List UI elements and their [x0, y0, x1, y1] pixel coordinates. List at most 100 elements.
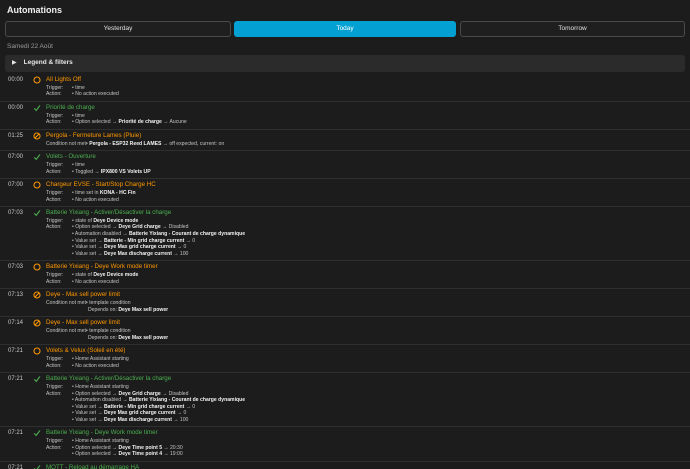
entry-title[interactable]: Pergola - Fermeture Lames (Pluie) [46, 132, 690, 140]
action-entity: Priorité de charge [118, 119, 162, 126]
trigger-text: • time set in [72, 189, 100, 196]
action-line: • Value set → Deye Max discharge current… [46, 417, 690, 424]
condition-key: Condition not met: [46, 140, 88, 147]
action-entity: Batterie - Min grid charge current [103, 403, 185, 410]
condition-value: • template condition [86, 328, 131, 335]
entry-title[interactable]: Volets & Velux (Soleil en été) [46, 347, 690, 355]
trigger-text: • Home Assistant starting [72, 355, 129, 362]
action-value: • Toggled → IPX800 VS Volets UP [72, 169, 151, 176]
trigger-value: • Home Assistant starting [72, 438, 129, 445]
action-key: Action: [46, 168, 62, 175]
log-entry[interactable]: 07:13 Deye - Max sell power limit Conditio… [0, 289, 690, 318]
log-entry[interactable]: 07:00 Volets - Ouverture Trigger: • time Act… [0, 151, 690, 180]
action-row: Action: • No action executed [46, 279, 690, 286]
action-entity: Batterie Yixiang - Courant de charge dyn… [129, 231, 246, 238]
action-entity: Deye Max discharge current [103, 250, 172, 257]
action-result: → 0 [175, 244, 187, 251]
action-text: • Option selected → [72, 119, 119, 126]
entry-title[interactable]: Batterie Yixiang - Deye Work mode timer [46, 263, 690, 271]
trigger-text: • Home Assistant starting [72, 383, 129, 390]
trigger-value: • state of Deye Device mode [72, 218, 138, 225]
entry-title[interactable]: Priorité de charge [46, 104, 690, 112]
action-result: → 20:30 [162, 444, 183, 451]
action-entity: Batterie Yixiang - Courant de charge dyn… [129, 397, 246, 404]
action-text: • No action executed [72, 196, 119, 203]
tab-tomorrow[interactable]: Tomorrow [460, 21, 685, 37]
pending-circle-icon [33, 263, 41, 271]
caret-right-icon: ▶ [12, 59, 17, 66]
log-entry[interactable]: 07:14 Deye - Max sell power limit Conditio… [0, 317, 690, 346]
action-text: • Value set → [72, 237, 104, 244]
action-line: • Value set → Deye Max grid charge curre… [46, 244, 690, 251]
trigger-row: Trigger: • time [46, 85, 690, 92]
log-entry[interactable]: 00:00 Priorité de charge Trigger: • time Act… [0, 102, 690, 130]
log-entry[interactable]: 01:25 Pergola - Fermeture Lames (Pluie) Co… [0, 130, 690, 152]
entry-title[interactable]: All Lights Off [46, 76, 690, 84]
trigger-entity: KONA - HC Fin [99, 189, 136, 196]
action-entity: Batterie - Min grid charge current [103, 237, 185, 244]
trigger-key: Trigger: [46, 84, 64, 91]
action-entity: Deye Time point 4 [118, 451, 163, 458]
trigger-row: Trigger: • state of Deye Device mode [46, 218, 690, 225]
action-line: • Automation disabled → Batterie Yixiang… [46, 397, 690, 404]
automation-log-list: 00:00 All Lights Off Trigger: • time Action:… [0, 74, 690, 469]
entry-title[interactable]: Chargeur EVSE - Start/Stop Charge HC [46, 181, 690, 189]
action-text: • Value set → [72, 416, 104, 423]
condition-result: → off expected, current: on [161, 140, 225, 147]
action-row: Action: • Toggled → IPX800 VS Volets UP [46, 169, 690, 176]
log-entry[interactable]: 00:00 All Lights Off Trigger: • time Action:… [0, 74, 690, 102]
entry-title[interactable]: Batterie Yixiang - Deye Work mode timer [46, 429, 690, 437]
action-key: Action: [46, 91, 62, 98]
condition-key: Condition not met: [46, 328, 88, 335]
pending-circle-icon [33, 181, 41, 189]
entry-time: 00:00 [8, 104, 24, 111]
entry-title[interactable]: Volets - Ouverture [46, 153, 690, 161]
entry-time: 00:00 [8, 77, 24, 83]
action-result: → 0 [184, 237, 196, 244]
trigger-value: • time [72, 85, 85, 92]
pending-circle-icon [33, 76, 41, 84]
entry-time: 07:00 [8, 154, 24, 161]
action-row: Action: • No action executed [46, 197, 690, 204]
action-text: • No action executed [72, 91, 119, 98]
tab-today[interactable]: Today [234, 21, 456, 37]
trigger-value: • state of Deye Device mode [72, 272, 138, 279]
log-entry[interactable]: 07:03 Batterie Yixiang - Deye Work mode t… [0, 261, 690, 290]
action-line: • Value set → Deye Max discharge current… [46, 251, 690, 258]
action-result: → Disabled [160, 224, 189, 231]
action-entity: Deye Grid charge [118, 224, 161, 231]
log-entry[interactable]: 07:03 Batterie Yixiang - Activer/Désactiv… [0, 207, 690, 262]
trigger-value: • time set in KONA - HC Fin [72, 190, 136, 197]
action-result: → Disabled [160, 390, 189, 397]
action-entity: Deye Max grid charge current [103, 410, 176, 417]
entry-time: 07:14 [8, 320, 24, 327]
log-entry[interactable]: 07:00 Chargeur EVSE - Start/Stop Charge H… [0, 179, 690, 208]
entry-title[interactable]: Deye - Max sell power limit [46, 319, 690, 327]
entry-title[interactable]: MQTT - Reload au démarrage HA [46, 464, 690, 469]
action-value: • No action executed [72, 363, 119, 370]
action-line: • Value set → Batterie - Min grid charge… [46, 238, 690, 245]
action-row: Action: • Option selected → Priorité de c… [46, 119, 690, 126]
date-label: Samedi 22 Août [7, 43, 53, 50]
action-text: • No action executed [72, 362, 119, 369]
action-text: • Toggled → [72, 168, 101, 175]
trigger-value: • Home Assistant starting [72, 384, 129, 391]
action-key: Action: [46, 362, 62, 369]
trigger-text: • state of [72, 217, 94, 224]
action-entity: Deye Grid charge [118, 390, 161, 397]
log-entry[interactable]: 07:21 Volets & Velux (Soleil en été) Trigg… [0, 345, 690, 374]
log-entry[interactable]: 07:21 Batterie Yixiang - Activer/Désactiv… [0, 373, 690, 428]
tab-yesterday[interactable]: Yesterday [5, 21, 231, 37]
entry-title[interactable]: Batterie Yixiang - Activer/Désactiver la… [46, 209, 690, 217]
trigger-value: • time [72, 162, 85, 169]
action-text: • Automation disabled → [72, 397, 129, 404]
log-entry[interactable]: 07:21 Batterie Yixiang - Deye Work mode t… [0, 427, 690, 462]
entry-title[interactable]: Batterie Yixiang - Activer/Désactiver la… [46, 375, 690, 383]
log-entry[interactable]: 07:21MQTT - Reload au démarrage HATrigge… [0, 462, 690, 469]
condition-text: • template condition [86, 300, 131, 307]
trigger-key: Trigger: [46, 189, 64, 196]
action-text: • Automation disabled → [72, 231, 129, 238]
legend-filters-toggle[interactable]: ▶ Legend & filters [5, 55, 685, 72]
entry-time: 07:03 [8, 210, 24, 217]
entry-title[interactable]: Deye - Max sell power limit [46, 291, 690, 299]
